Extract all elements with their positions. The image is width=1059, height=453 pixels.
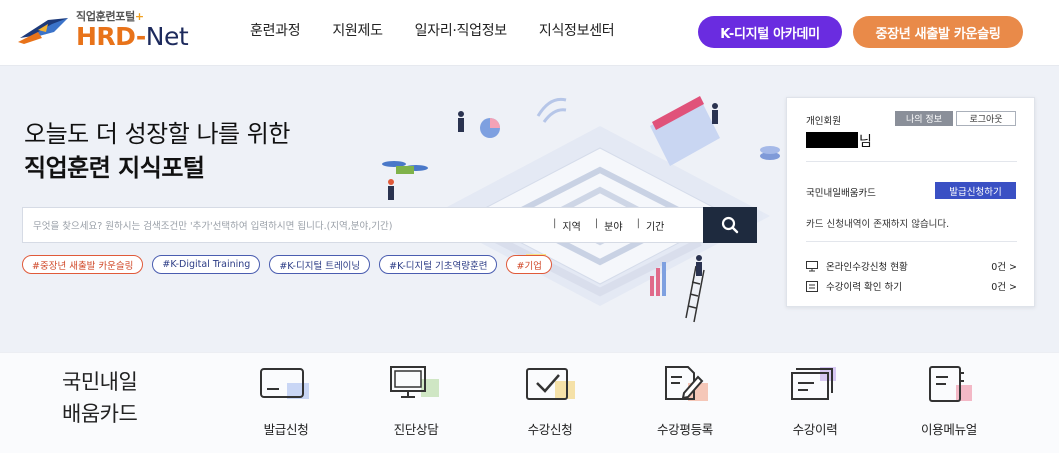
manual-book-icon [929,366,972,402]
divider [806,241,1017,242]
list-icon [806,280,818,292]
tag-company[interactable]: #기업 [506,255,552,274]
hashtag-list: #중장년 새출발 카운슬링 #K-Digital Training #K-디지털… [22,255,561,274]
site-header: 직업훈련포털+ HRD-Net 훈련과정 지원제도 일자리·직업정보 지식정보센… [0,0,1059,66]
calendar-illustration [650,96,720,166]
hrd-net-logo[interactable]: 직업훈련포털+ HRD-Net [18,6,208,58]
kdigital-academy-button[interactable]: K-디지털 아카데미 [698,16,842,48]
member-type-label: 개인회원 [806,116,841,127]
row-label: 온라인수강신청 현황 [826,262,908,273]
search-bar: |지역 |분야 |기간 [22,207,740,243]
nav-knowledge-center[interactable]: 지식정보센터 [539,20,615,40]
drone-illustration [382,161,428,174]
nav-training-courses[interactable]: 훈련과정 [250,20,301,40]
user-info-card: 개인회원 나의 정보 로그아웃 님 국민내일배움카드 발급신청하기 카드 신청내… [786,97,1035,307]
tag-k-digital-basic[interactable]: #K-디지털 기초역량훈련 [379,255,498,274]
hero-title-line2: 직업훈련 지식포털 [24,154,205,182]
card-icon [260,368,309,399]
logo-wordmark: HRD-Net [76,22,189,51]
checkbox-folder-icon [526,368,575,400]
menu-user-manual[interactable]: 이용메뉴얼 [894,363,1004,445]
row-count[interactable]: 0건 > [991,259,1017,273]
menu-issue-application[interactable]: 발급신청 [231,363,341,445]
logo-emblem-icon [18,18,68,44]
logout-button[interactable]: 로그아웃 [956,111,1016,126]
tag-midcareer-counseling[interactable]: #중장년 새출발 카운슬링 [22,255,144,274]
no-card-message: 카드 신청내역이 존재하지 않습니다. [806,219,950,230]
main-nav: 훈련과정 지원제도 일자리·직업정보 지식정보센터 [250,20,646,40]
monitor-icon [390,366,439,398]
pencil-doc-icon [665,366,708,401]
nav-support-system[interactable]: 지원제도 [332,20,383,40]
issue-card-button[interactable]: 발급신청하기 [935,182,1016,199]
row-count[interactable]: 0건 > [991,279,1017,293]
menu-course-history[interactable]: 수강이력 [760,363,870,445]
divider [806,161,1017,162]
my-info-button[interactable]: 나의 정보 [895,111,953,126]
course-history-row[interactable]: 수강이력 확인 하기 0건 > [806,278,1017,294]
hero-title-line1: 오늘도 더 성장할 나를 위한 [24,120,290,148]
history-folder-icon [791,367,836,400]
tag-k-digital-training-en[interactable]: #K-Digital Training [152,255,261,274]
filter-period[interactable]: 기간 [646,218,664,233]
tag-k-digital-training[interactable]: #K-디지털 트레이닝 [269,255,371,274]
search-icon [721,216,739,234]
menu-diagnosis-consult[interactable]: 진단상담 [361,363,471,445]
row-label: 수강이력 확인 하기 [826,282,902,293]
search-filters: | 지역 | 분야 | 기간 [553,218,665,233]
pie-chart-illustration [480,118,500,138]
redacted-username [806,132,858,148]
learning-card-title: 국민내일 배움카드 [62,370,138,426]
menu-course-application[interactable]: 수강신청 [495,363,605,445]
filter-field[interactable]: 분야 [604,218,622,233]
nav-job-info[interactable]: 일자리·직업정보 [415,20,508,40]
monitor-icon [806,260,818,272]
search-input[interactable] [33,216,533,236]
filter-region[interactable]: 지역 [562,218,580,233]
online-application-status-row[interactable]: 온라인수강신청 현황 0건 > [806,258,1017,274]
name-suffix: 님 [859,134,872,150]
menu-course-review[interactable]: 수강평등록 [630,363,740,445]
midcareer-counseling-button[interactable]: 중장년 새출발 카운슬링 [853,16,1023,48]
card-label: 국민내일배움카드 [806,188,876,199]
search-button[interactable] [703,207,757,243]
learning-card-quick-menu: 국민내일 배움카드 발급신청 진단상담 수강신청 수강평등록 수강이력 이용메뉴… [0,352,1059,453]
